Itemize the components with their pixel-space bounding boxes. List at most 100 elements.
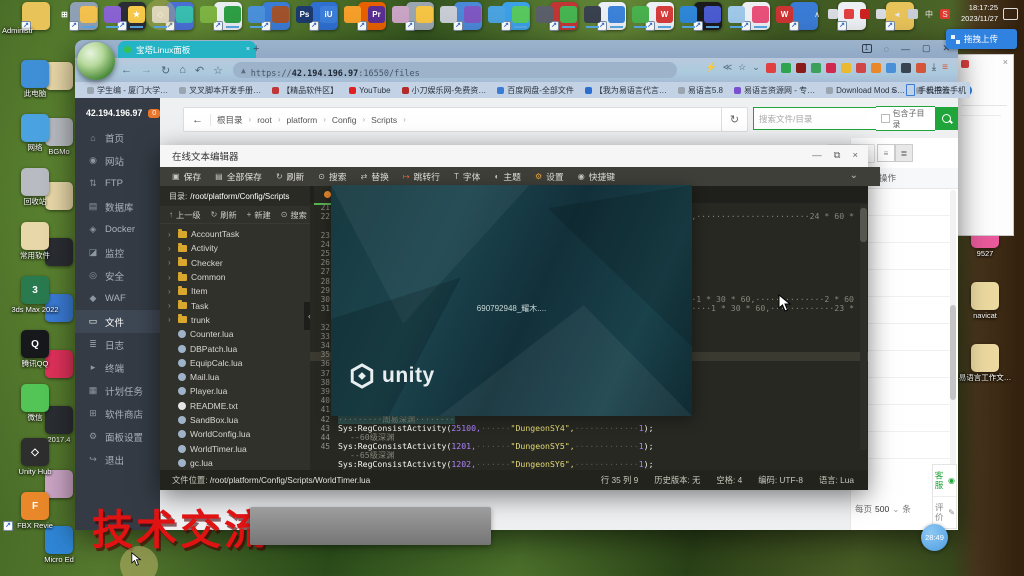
bookmark-star-icon[interactable]: ☆ xyxy=(738,62,746,73)
extension-icon[interactable] xyxy=(886,63,896,73)
notification-center-icon[interactable] xyxy=(1003,8,1018,20)
taskbar-app-icon[interactable] xyxy=(680,6,697,23)
editor-toolbar-button[interactable]: ⊙ 搜索 xyxy=(318,170,346,183)
taskbar-app-icon[interactable] xyxy=(440,6,457,23)
code-scrollbar[interactable] xyxy=(860,205,867,450)
taskbar-app-icon[interactable] xyxy=(704,6,721,23)
bookmark-item[interactable]: YouTube xyxy=(349,86,390,95)
taskbar-app-icon[interactable] xyxy=(104,6,121,23)
editor-toolbar-button[interactable]: ▣ 保存 xyxy=(172,170,201,183)
taskbar-app-icon[interactable] xyxy=(632,6,649,23)
include-subdir-checkbox[interactable]: 包含子目录 xyxy=(876,106,935,131)
bookmark-item[interactable]: 学生编 - 厦门大学… xyxy=(87,85,168,96)
chevron-right-icon[interactable]: › xyxy=(168,258,174,267)
share-icon[interactable]: ≪ xyxy=(723,62,732,73)
page-size-selector[interactable]: 每页 500 ⌄ 条 xyxy=(855,503,911,515)
tree-folder-item[interactable]: › Checker xyxy=(160,256,310,270)
tray-icon[interactable]: ◄ xyxy=(892,9,902,19)
desktop-icon[interactable]: ◇↗ Unity Hub xyxy=(4,438,66,476)
taskbar-app-icon[interactable]: Pr xyxy=(368,6,385,23)
reload-icon[interactable]: ↻ xyxy=(161,64,170,77)
extension-icon[interactable] xyxy=(841,63,851,73)
taskbar-app-icon[interactable]: W xyxy=(656,6,673,23)
editor-toolbar-button[interactable]: T 字体 xyxy=(454,170,481,183)
tray-icon[interactable]: S xyxy=(940,9,950,19)
bookmark-item[interactable]: 易语言5.8 xyxy=(678,85,723,96)
download-icon[interactable]: ⤓ xyxy=(932,62,936,73)
sidebar-item[interactable]: ▦ 计划任务 xyxy=(75,379,160,402)
sidebar-item[interactable]: ↪ 退出 xyxy=(75,448,160,471)
taskbar-app-icon[interactable] xyxy=(248,6,265,23)
chevron-right-icon[interactable]: › xyxy=(168,315,174,324)
bookmark-item[interactable]: 【精品软件区】 xyxy=(272,85,338,96)
browser-tab-baota[interactable]: 宝塔Linux面板 × xyxy=(118,41,256,58)
taskbar-app-icon[interactable]: ★ xyxy=(128,6,145,23)
minimize-button[interactable]: — xyxy=(901,44,910,54)
taskbar-app-icon[interactable] xyxy=(512,6,529,23)
taskbar-app-icon[interactable] xyxy=(560,6,577,23)
tree-folder-item[interactable]: › Item xyxy=(160,284,310,298)
menu-icon[interactable]: ≡ xyxy=(942,62,948,73)
sidebar-item[interactable]: ◉ 网站 xyxy=(75,149,160,172)
editor-toolbar-button[interactable]: ↻ 刷新 xyxy=(276,170,304,183)
checkbox-icon[interactable] xyxy=(881,114,890,123)
tree-toolbar-button[interactable]: + 新建 xyxy=(247,209,271,221)
chevron-right-icon[interactable]: › xyxy=(168,287,174,296)
taskbar-app-icon[interactable]: iU xyxy=(320,6,337,23)
tree-file-item[interactable]: Counter.lua xyxy=(160,327,310,341)
tree-toolbar-button[interactable]: ↻ 刷新 xyxy=(211,209,237,221)
taskbar-app-icon[interactable] xyxy=(488,6,505,23)
bookmark-item[interactable]: 叉叉脚本开发手册… xyxy=(179,85,261,96)
editor-toolbar-button[interactable]: ◐ 主题 xyxy=(494,170,520,183)
search-button[interactable] xyxy=(935,107,958,130)
tray-icon[interactable]: 中 xyxy=(924,9,934,19)
taskbar-app-icon[interactable] xyxy=(272,6,289,23)
taskbar-app-icon[interactable] xyxy=(80,6,97,23)
sidebar-item[interactable]: ▤ 数据库 xyxy=(75,195,160,218)
search-input[interactable] xyxy=(753,107,876,130)
sidebar-item[interactable]: ◈ Docker xyxy=(75,218,160,241)
tray-icon[interactable] xyxy=(844,9,854,19)
tree-toolbar-button[interactable]: ⊙ 搜索 xyxy=(281,209,307,221)
lightning-icon[interactable]: ⚡ xyxy=(705,62,716,73)
tree-file-item[interactable]: README.txt xyxy=(160,399,310,413)
editor-minimize-button[interactable]: — xyxy=(812,150,822,161)
extension-icon[interactable] xyxy=(856,63,866,73)
bookmark-item[interactable]: 易语言资源网 - 专… xyxy=(734,85,815,96)
breadcrumb-item[interactable]: Config xyxy=(332,115,357,125)
tree-file-item[interactable]: Player.lua xyxy=(160,384,310,398)
tray-icon[interactable]: ∧ xyxy=(812,9,822,19)
fragment-close-icon[interactable]: × xyxy=(1003,57,1008,67)
desktop-icon[interactable]: Micro Ed xyxy=(44,526,74,564)
tray-icon[interactable] xyxy=(908,9,918,19)
desktop-icon[interactable]: ↗ 网络 xyxy=(4,114,66,152)
taskbar-app-icon[interactable] xyxy=(728,6,745,23)
breadcrumb-back-icon[interactable]: ← xyxy=(192,114,211,126)
extension-icon[interactable] xyxy=(871,63,881,73)
bookmark-item[interactable]: 小刀娱乐网-免费资… xyxy=(402,85,487,96)
tree-file-item[interactable]: gc.lua xyxy=(160,456,310,470)
editor-maximize-button[interactable]: ⧉ xyxy=(834,150,841,161)
desktop-icon[interactable]: ↗ 此电脑 xyxy=(4,60,66,98)
chevron-right-icon[interactable]: › xyxy=(168,273,174,282)
tree-toolbar-button[interactable]: ↑ 上一级 xyxy=(169,209,201,221)
taskbar-clock[interactable]: 18:17:25 2023/11/27 xyxy=(961,2,998,24)
sidebar-item[interactable]: ⇅ FTP xyxy=(75,172,160,195)
scrollbar-thumb[interactable] xyxy=(950,305,956,400)
editor-close-button[interactable]: × xyxy=(852,150,858,161)
incognito-icon[interactable]: ◌ xyxy=(884,44,889,54)
bookmarks-overflow-icon[interactable]: » xyxy=(891,85,896,95)
desktop-icon[interactable]: F↗ FBX Revie xyxy=(4,492,66,530)
extension-icon[interactable] xyxy=(916,63,926,73)
editor-toolbar-button[interactable]: ↦ 跳转行 xyxy=(403,170,440,183)
mobile-bookmarks-button[interactable]: 手机书签 xyxy=(906,84,950,96)
message-badge[interactable]: 0 xyxy=(148,109,160,118)
taskbar-app-icon[interactable] xyxy=(224,6,241,23)
sidebar-item[interactable]: ⊞ 软件商店 xyxy=(75,402,160,425)
chevron-down-icon[interactable]: ⌄ xyxy=(752,62,760,73)
taskbar-app-icon[interactable]: ⊞ xyxy=(56,6,73,23)
extension-icon[interactable] xyxy=(826,63,836,73)
taskbar-app-icon[interactable]: Ps xyxy=(296,6,313,23)
taskbar-app-icon[interactable] xyxy=(464,6,481,23)
refresh-button[interactable]: ↻ xyxy=(721,107,748,132)
